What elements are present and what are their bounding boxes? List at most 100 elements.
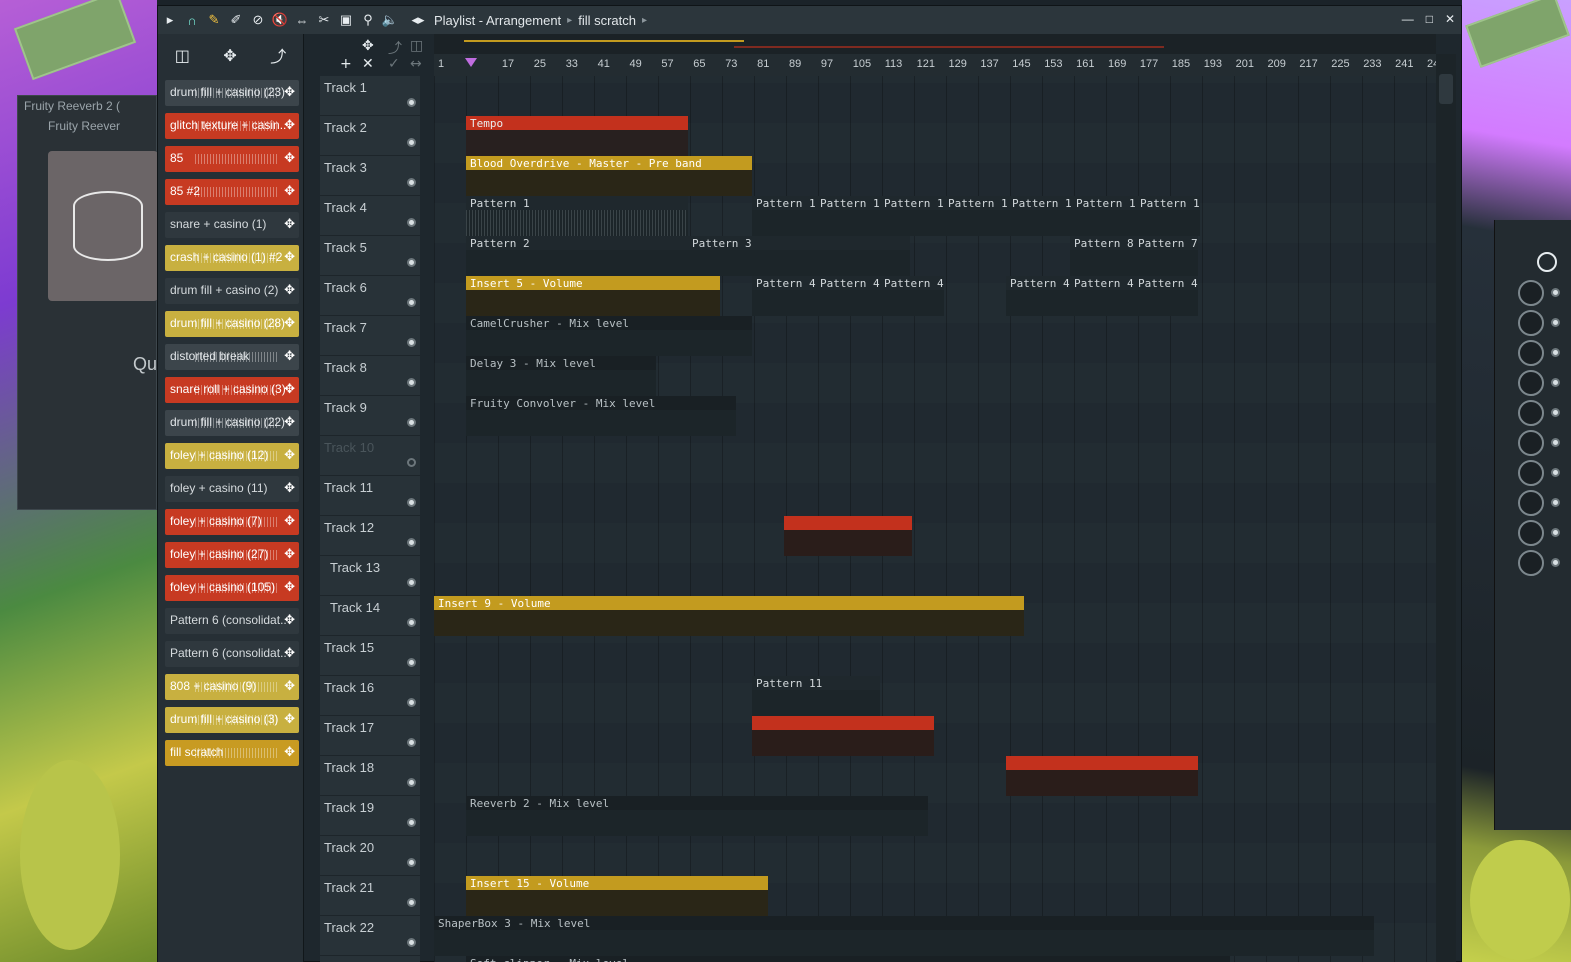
fruity-reeverb-window[interactable]: Fruity Reeverb 2 ( Fruity Reever Qu	[17, 95, 158, 510]
clip-source-item[interactable]: 808 + casino (9) ✥	[165, 674, 299, 700]
breadcrumb-arrangement-name[interactable]: fill scratch	[578, 13, 636, 28]
track-mute-led-icon[interactable]	[407, 338, 416, 347]
mixer-send-knob[interactable]	[1518, 430, 1544, 456]
arrangement-overview[interactable]	[434, 34, 1436, 54]
add-to-channel-icon[interactable]: ✥	[284, 744, 295, 760]
grid-icon[interactable]: ◫	[410, 38, 423, 54]
add-to-channel-icon[interactable]: ✥	[284, 612, 295, 628]
playlist-clip[interactable]: Pattern 1	[944, 196, 1008, 236]
track-header[interactable]: Track 18	[320, 756, 420, 796]
maximize-icon[interactable]: □	[1426, 12, 1433, 26]
add-to-channel-icon[interactable]: ✥	[284, 678, 295, 694]
track-mute-led-icon[interactable]	[407, 178, 416, 187]
track-mute-led-icon[interactable]	[407, 498, 416, 507]
playlist-clip[interactable]: Pattern 1	[1136, 196, 1200, 236]
track-mute-led-icon[interactable]	[407, 738, 416, 747]
slip-tool-icon[interactable]: ⇔	[292, 10, 312, 30]
slice-tool-icon[interactable]: ✂	[314, 10, 334, 30]
breadcrumb-playlist[interactable]: Playlist - Arrangement	[434, 13, 561, 28]
playlist-clip[interactable]: Pattern 4	[816, 276, 880, 316]
track-mute-led-icon[interactable]	[407, 378, 416, 387]
close-icon[interactable]: ✕	[1445, 12, 1455, 26]
paint-brush-icon[interactable]: ✐	[226, 10, 246, 30]
clip-source-item[interactable]: snare roll + casino (3) ✥	[165, 377, 299, 403]
mixer-led-icon[interactable]	[1551, 468, 1560, 477]
clip-source-item[interactable]: drum fill + casino (23) ✥	[165, 80, 299, 106]
mixer-led-icon[interactable]	[1551, 288, 1560, 297]
mixer-send-knob[interactable]	[1518, 280, 1544, 306]
playlist-clip[interactable]: Pattern 11	[752, 676, 880, 716]
playback-tool-icon[interactable]: 🔈	[380, 10, 400, 30]
playlist-clip[interactable]: Pattern 4	[1070, 276, 1134, 316]
playlist-clip[interactable]: ShaperBox 3 - Mix level	[434, 916, 1374, 956]
draw-line-icon[interactable]: ⤴	[388, 38, 402, 58]
track-header[interactable]: Track 3	[320, 156, 420, 196]
mixer-led-icon[interactable]	[1551, 558, 1560, 567]
playlist-clip[interactable]: Blood Overdrive - Master - Pre band	[466, 156, 752, 196]
track-mute-led-icon[interactable]	[407, 778, 416, 787]
playlist-clip[interactable]: Delay 3 - Mix level	[466, 356, 656, 396]
playlist-clip[interactable]: Pattern 1	[752, 196, 816, 236]
track-mute-led-icon[interactable]	[407, 858, 416, 867]
mixer-led-icon[interactable]	[1551, 408, 1560, 417]
track-header[interactable]: Track 11	[320, 476, 420, 516]
add-to-channel-icon[interactable]: ✥	[284, 183, 295, 199]
mixer-send-knob[interactable]	[1518, 340, 1544, 366]
scrollbar-thumb[interactable]	[1439, 74, 1453, 104]
playlist-clip[interactable]: Pattern 4	[1006, 276, 1070, 316]
track-mute-led-icon[interactable]	[407, 418, 416, 427]
add-to-channel-icon[interactable]: ✥	[284, 249, 295, 265]
clip-source-item[interactable]: distorted break ✥	[165, 344, 299, 370]
playlist-clip[interactable]: Insert 15 - Volume	[466, 876, 768, 916]
mixer-send-knob[interactable]	[1518, 310, 1544, 336]
clip-source-item[interactable]: drum fill + casino (2) ✥	[165, 278, 299, 304]
clip-source-item[interactable]: snare + casino (1) ✥	[165, 212, 299, 238]
mixer-send-knob[interactable]	[1518, 520, 1544, 546]
playlist-clip[interactable]: Pattern 2	[466, 236, 688, 276]
clip-source-item[interactable]: drum fill + casino (22) ✥	[165, 410, 299, 436]
playlist-grid[interactable]: Tempo Blood Overdrive - Master - Pre band…	[434, 76, 1436, 962]
clip-source-item[interactable]: Pattern 6 (consolidat.. ✥	[165, 641, 299, 667]
playback-start-marker-icon[interactable]	[465, 58, 477, 67]
track-header[interactable]: Track 17	[320, 716, 420, 756]
add-to-channel-icon[interactable]: ✥	[284, 282, 295, 298]
add-to-channel-icon[interactable]: ✥	[284, 711, 295, 727]
track-mute-led-icon[interactable]	[407, 98, 416, 107]
playlist-clip[interactable]: Pattern 7	[1134, 236, 1198, 276]
playlist-clip[interactable]: Pattern 4	[1134, 276, 1198, 316]
playlist-clip[interactable]: Pattern 1	[1008, 196, 1072, 236]
picker-icon[interactable]: ◫	[175, 46, 190, 65]
clip-source-item[interactable]: drum fill + casino (3) ✥	[165, 707, 299, 733]
magnet-icon[interactable]: ∩	[182, 10, 202, 30]
playlist-clip[interactable]: Insert 5 - Volume	[466, 276, 720, 316]
mixer-led-icon[interactable]	[1551, 528, 1560, 537]
add-to-channel-icon[interactable]: ✥	[284, 579, 295, 595]
add-track-icon[interactable]: +	[340, 56, 352, 72]
playlist-clip[interactable]: Reeverb 2 - Mix level	[466, 796, 928, 836]
channel-arrows-icon[interactable]: ✥	[223, 46, 236, 65]
track-header[interactable]: Track 6	[320, 276, 420, 316]
track-mute-led-icon[interactable]	[407, 618, 416, 627]
clip-source-item[interactable]: Pattern 6 (consolidat.. ✥	[165, 608, 299, 634]
add-to-channel-icon[interactable]: ✥	[284, 414, 295, 430]
mixer-led-icon[interactable]	[1551, 318, 1560, 327]
playlist-clip[interactable]: Fruity Convolver - Mix level	[466, 396, 736, 436]
add-to-channel-icon[interactable]: ✥	[284, 216, 295, 232]
clip-source-item[interactable]: drum fill + casino (28) ✥	[165, 311, 299, 337]
clip-source-item[interactable]: foley + casino (105) ✥	[165, 575, 299, 601]
zoom-tool-icon[interactable]: ⚲	[358, 10, 378, 30]
track-mute-led-icon[interactable]	[407, 458, 416, 467]
playlist-clip[interactable]: Pattern 4	[752, 276, 816, 316]
track-header[interactable]: Track 7	[320, 316, 420, 356]
add-to-channel-icon[interactable]: ✥	[284, 150, 295, 166]
track-header[interactable]: Track 22	[320, 916, 420, 956]
add-to-channel-icon[interactable]: ✥	[284, 480, 295, 496]
playlist-clip[interactable]: Insert 9 - Volume	[434, 596, 1024, 636]
track-header[interactable]: Track 19	[320, 796, 420, 836]
track-mute-led-icon[interactable]	[407, 138, 416, 147]
mute-tool-icon[interactable]: 🔇	[270, 10, 290, 30]
playlist-clip[interactable]: Pattern 1	[1072, 196, 1136, 236]
playlist-clip[interactable]	[1006, 756, 1198, 796]
add-to-channel-icon[interactable]: ✥	[284, 381, 295, 397]
track-header[interactable]: Track 15	[320, 636, 420, 676]
